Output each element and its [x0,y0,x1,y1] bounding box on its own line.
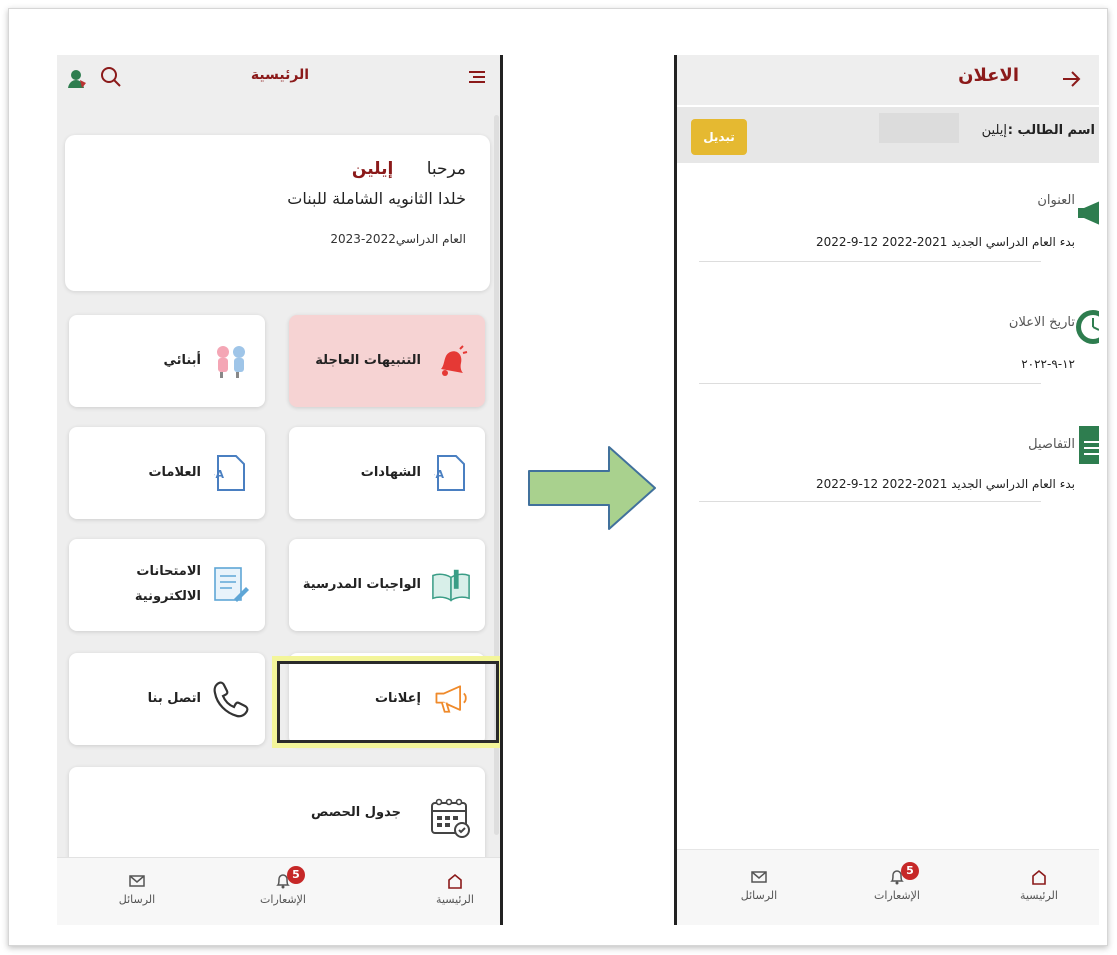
student-label: اسم الطالب : [1007,123,1095,138]
student-name: إيلين [981,123,1007,138]
field-label: التفاصيل [1028,437,1075,452]
highlight-box [277,661,499,743]
divider-line [674,55,677,925]
nav-label: الإشعارات [874,889,920,902]
tile-label: الواجبات المدرسية [302,576,421,592]
divider-line [699,501,1041,502]
divider-line [500,55,503,925]
welcome-card: مرحبا إيلين خلدا الثانويه الشاملة للبنات… [65,135,490,291]
nav-notifications[interactable]: 5 الإشعارات [857,862,937,902]
nav-messages[interactable]: الرسائل [719,868,799,902]
divider-line [699,261,1041,262]
redacted-field [879,113,959,143]
tile-contact-us[interactable]: اتصل بنا [69,653,265,745]
document-icon [1073,425,1099,465]
field-value: بدء العام الدراسي الجديد 2021-2022 12-9-… [816,477,1075,491]
school-name: خلدا الثانويه الشاملة للبنات [287,189,466,208]
nav-label: الإشعارات [260,893,306,906]
exam-checklist-icon [211,565,251,605]
phone-icon [211,679,251,719]
field-value: ١٢-٩-٢٠٢٢ [1021,357,1075,371]
notification-badge: 5 [287,866,305,884]
bottom-navigation: الرئيسية 5 الإشعارات الرسائل [677,849,1099,925]
nav-label: الرسائل [740,889,778,902]
tile-urgent-alerts[interactable]: التنبيهات العاجلة [289,315,485,407]
tile-homework[interactable]: الواجبات المدرسية [289,539,485,631]
tile-class-schedule[interactable]: جدول الحصص [69,767,485,867]
field-label: العنوان [1037,193,1075,208]
nav-label: الرسائل [118,893,156,906]
clock-icon [1073,307,1099,347]
envelope-icon [129,875,145,887]
home-icon [1032,869,1046,885]
bell-icon [431,341,471,381]
bottom-navigation: الرئيسية 5 الإشعارات الرسائل [57,857,503,925]
book-pencil-icon [431,565,471,605]
student-selector: اسم الطالب : إيلين تبديل [677,107,1099,163]
home-screen: الرئيسية مرحبا إيلين خلدا الثانويه الشام… [57,55,503,925]
nav-home[interactable]: الرئيسية [999,868,1079,902]
tile-certificates[interactable]: A+ الشهادات [289,427,485,519]
svg-text:A+: A+ [214,468,224,481]
document-grade-icon: A+ [211,453,251,493]
megaphone-icon [1073,193,1099,233]
academic-year: العام الدراسي2022-2023 [330,232,466,246]
screenshot-frame: الرئيسية مرحبا إيلين خلدا الثانويه الشام… [8,8,1108,946]
divider-line [699,383,1041,384]
tile-label: أبنائي [163,352,201,368]
menu-icon[interactable] [463,63,491,91]
greeting-row: مرحبا إيلين [89,159,466,179]
app-bar: الرئيسية [57,55,503,105]
nav-messages[interactable]: الرسائل [97,872,177,906]
tile-label: جدول الحصص [310,805,401,820]
field-value: بدء العام الدراسي الجديد 2021-2022 12-9-… [816,235,1075,249]
tile-label-line2: الالكترونية [134,589,201,604]
transition-arrow [527,445,659,535]
back-arrow-icon[interactable] [1057,65,1085,93]
tile-label: العلامات [148,464,201,480]
children-icon [211,341,251,381]
page-title: الاعلان [958,65,1019,86]
announcement-screen: الاعلان اسم الطالب : إيلين تبديل العنوان… [674,55,1099,925]
svg-text:A+: A+ [434,468,444,481]
tile-label-line1: الامتحانات [136,564,201,580]
tile-electronic-exams[interactable]: الامتحانات الالكترونية [69,539,265,631]
document-grade-icon: A+ [431,453,471,493]
nav-notifications[interactable]: 5 الإشعارات [243,866,323,906]
nav-label: الرئيسية [1020,889,1058,902]
tile-label: اتصل بنا [147,690,201,706]
switch-student-button[interactable]: تبديل [691,119,747,155]
nav-home[interactable]: الرئيسية [415,872,495,906]
field-label: تاريخ الاعلان [1008,315,1075,330]
tile-label: التنبيهات العاجلة [315,352,421,368]
tile-grades[interactable]: A+ العلامات [69,427,265,519]
app-bar: الاعلان [677,55,1099,105]
nav-label: الرئيسية [436,893,474,906]
tile-my-children[interactable]: أبنائي [69,315,265,407]
home-icon [448,873,462,889]
notification-badge: 5 [901,862,919,880]
greeting-text: مرحبا [426,159,466,179]
student-name: إيلين [351,159,394,179]
tile-label: الشهادات [360,464,421,480]
tile-label: الامتحانات الالكترونية [135,560,201,609]
page-title: الرئيسية [250,67,310,83]
envelope-icon [751,871,767,883]
calendar-icon [429,797,471,839]
